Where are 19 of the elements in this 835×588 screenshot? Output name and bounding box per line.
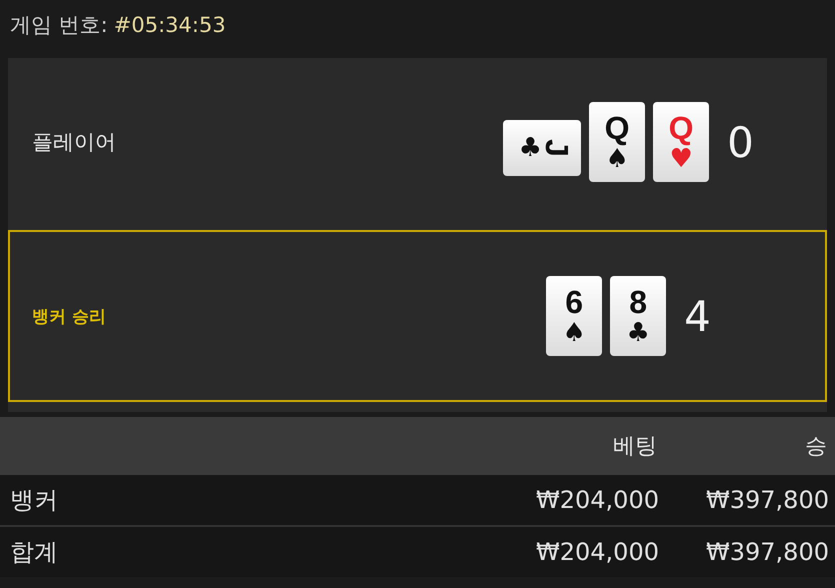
game-number: #05:34:53 <box>114 13 226 37</box>
hand-name: 뱅커 승리 <box>31 306 107 328</box>
column-header: 승 <box>804 433 828 461</box>
column-header: 베팅 <box>612 433 658 461</box>
table-cell-text: ₩397,800 <box>705 486 830 514</box>
table-cell-text: 뱅커 <box>9 485 59 516</box>
game-number-label: 게임 번호: <box>10 12 108 39</box>
hand-score: 4 <box>684 292 711 340</box>
hand-score: 0 <box>727 118 754 166</box>
playing-card: Q ♠ <box>589 102 646 182</box>
hand-name: 플레이어 <box>31 129 117 156</box>
playing-card: ♣ J <box>503 120 582 176</box>
playing-card: 6 ♠ <box>546 276 602 356</box>
table-cell-text: ₩204,000 <box>535 486 660 514</box>
playing-card: 8 ♣ <box>610 276 666 356</box>
table-cell-text: 합계 <box>9 537 59 568</box>
playing-card: Q ♥ <box>653 102 710 182</box>
table-cell-text: ₩204,000 <box>535 538 660 566</box>
table-cell-text: ₩397,800 <box>705 538 830 566</box>
